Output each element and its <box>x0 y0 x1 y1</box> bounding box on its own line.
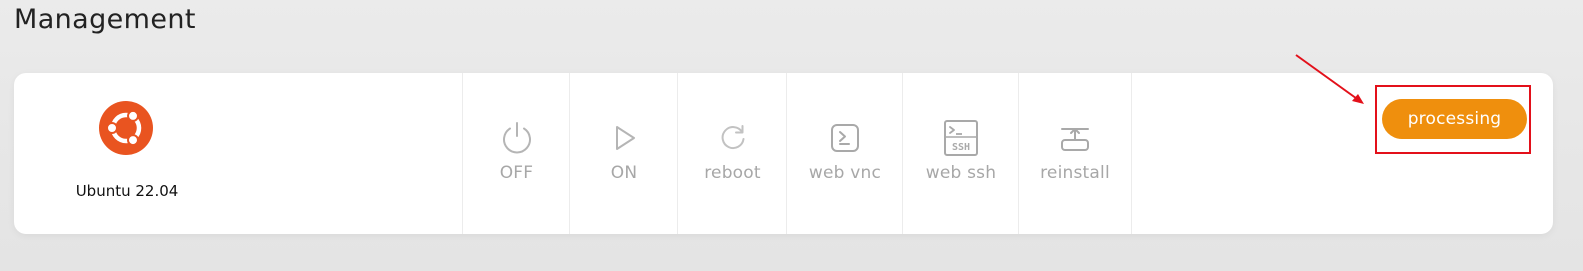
os-info: Ubuntu 22.04 <box>14 73 462 234</box>
reboot-button[interactable]: reboot <box>677 73 787 234</box>
web-vnc-label: web vnc <box>808 163 882 183</box>
web-ssh-label: web ssh <box>925 163 997 183</box>
on-button[interactable]: ON <box>569 73 678 234</box>
reboot-icon <box>721 125 744 150</box>
off-label: OFF <box>499 163 534 183</box>
off-button[interactable]: OFF <box>462 73 570 234</box>
reinstall-icon <box>1061 128 1089 151</box>
reboot-label: reboot <box>704 163 761 183</box>
reinstall-label: reinstall <box>1040 163 1110 183</box>
page-title: Management <box>14 4 196 35</box>
web-vnc-button[interactable]: web vnc <box>786 73 903 234</box>
terminal-icon <box>831 124 859 152</box>
os-name: Ubuntu 22.04 <box>75 182 179 200</box>
ubuntu-logo-icon <box>99 101 153 155</box>
svg-text:SSH: SSH <box>952 142 970 153</box>
web-ssh-button[interactable]: SSH web ssh <box>902 73 1019 234</box>
power-icon <box>502 122 531 154</box>
on-label: ON <box>610 163 638 183</box>
annotation-arrow-icon <box>1295 54 1364 104</box>
ssh-icon: SSH <box>944 120 978 156</box>
processing-status-button[interactable]: processing <box>1382 99 1527 139</box>
play-icon <box>616 126 635 150</box>
reinstall-button[interactable]: reinstall <box>1018 73 1132 234</box>
